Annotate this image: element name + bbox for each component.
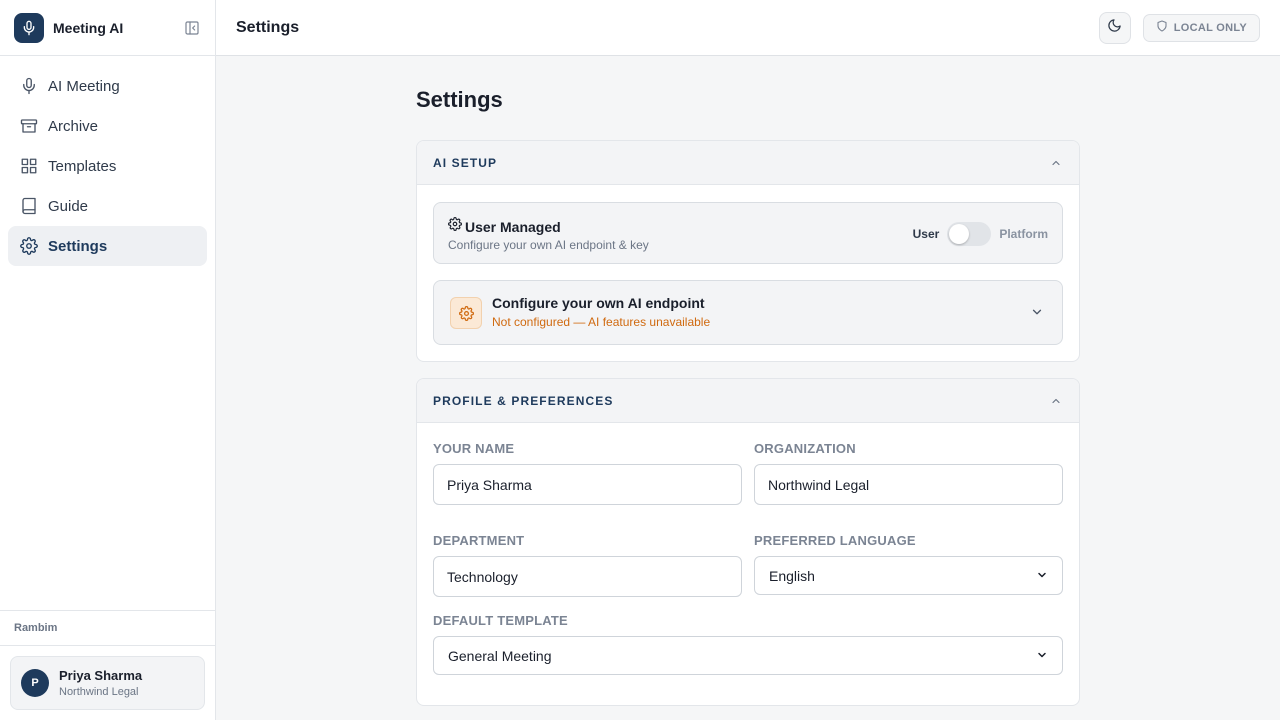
user-info: Priya Sharma Northwind Legal (59, 668, 142, 698)
grid-icon (20, 157, 38, 175)
chevron-down-icon (1030, 305, 1044, 319)
user-organization: Northwind Legal (59, 686, 139, 698)
avatar: P (21, 669, 49, 697)
organization-input[interactable] (754, 464, 1063, 505)
name-label: YOUR NAME (433, 441, 515, 456)
department-input[interactable] (433, 556, 742, 597)
sidebar: Meeting AI AI Meeting Archive Templates (0, 0, 216, 720)
department-label: DEPARTMENT (433, 533, 525, 548)
section-title: PROFILE & PREFERENCES (433, 393, 614, 408)
profile-section: PROFILE & PREFERENCES YOUR NAME ORGANIZA… (416, 378, 1080, 706)
sidebar-footer: Rambim P Priya Sharma Northwind Legal (0, 610, 215, 720)
page-title: Settings (416, 87, 503, 112)
top-bar: Settings LOCAL ONLY (216, 0, 1280, 56)
sidebar-item-label: Templates (48, 157, 117, 175)
sidebar-item-label: Archive (48, 117, 99, 135)
microphone-logo-icon (14, 12, 44, 43)
microphone-icon (20, 77, 38, 95)
gear-icon (20, 237, 38, 255)
profile-header[interactable]: PROFILE & PREFERENCES (417, 379, 1079, 423)
sidebar-item-templates[interactable]: Templates (8, 146, 207, 186)
shield-icon (1156, 20, 1168, 35)
language-select[interactable]: English (754, 556, 1063, 595)
endpoint-title: Configure your own AI endpoint (492, 295, 705, 311)
sidebar-item-settings[interactable]: Settings (8, 226, 207, 266)
template-select-value: General Meeting (448, 647, 552, 664)
section-title: AI SETUP (433, 155, 498, 170)
badge-label: LOCAL ONLY (1173, 21, 1247, 34)
template-field-group: DEFAULT TEMPLATE General Meeting (433, 613, 1063, 675)
ai-setup-section: AI SETUP User Managed Configure your own… (416, 140, 1080, 362)
sidebar-nav: AI Meeting Archive Templates Guide Setti… (0, 56, 215, 276)
department-field-group: DEPARTMENT (433, 533, 742, 597)
brand-header: Meeting AI (0, 0, 215, 56)
toggle-knob (949, 224, 970, 244)
gear-icon (450, 297, 482, 329)
sidebar-item-label: Settings (48, 237, 108, 255)
moon-icon (1107, 18, 1122, 38)
chevron-down-icon (1036, 568, 1048, 584)
mode-toggle-group: User Platform (913, 222, 1048, 246)
toggle-label-platform: Platform (999, 227, 1048, 241)
default-template-select[interactable]: General Meeting (433, 636, 1063, 675)
archive-box-icon (20, 117, 38, 135)
mode-title: User Managed (465, 218, 561, 235)
sidebar-item-label: AI Meeting (48, 77, 120, 95)
sidebar-item-archive[interactable]: Archive (8, 106, 207, 146)
chevron-down-icon (1036, 648, 1048, 664)
language-select-value: English (769, 567, 815, 584)
mode-subtitle: Configure your own AI endpoint & key (448, 238, 649, 252)
header-title: Settings (236, 18, 300, 36)
organization-field-group: ORGANIZATION (754, 441, 1063, 505)
workspace-label: Rambim (0, 610, 215, 646)
main-content: Settings AI SETUP User Managed Configure… (216, 57, 1280, 720)
chevron-up-icon (1049, 156, 1063, 170)
language-label: PREFERRED LANGUAGE (754, 533, 916, 548)
endpoint-status: Not configured — AI features unavailable (492, 315, 711, 329)
name-field-group: YOUR NAME (433, 441, 742, 505)
sidebar-item-ai-meeting[interactable]: AI Meeting (8, 66, 207, 106)
user-profile-card[interactable]: P Priya Sharma Northwind Legal (10, 656, 205, 710)
endpoint-config-card[interactable]: Configure your own AI endpoint Not confi… (433, 280, 1063, 345)
name-input[interactable] (433, 464, 742, 505)
user-name: Priya Sharma (59, 668, 143, 683)
sidebar-item-label: Guide (48, 197, 89, 215)
gear-icon (448, 217, 462, 236)
book-icon (20, 197, 38, 215)
ai-mode-card: User Managed Configure your own AI endpo… (433, 202, 1063, 264)
local-only-badge: LOCAL ONLY (1142, 13, 1260, 42)
mode-title-row: User Managed (448, 217, 561, 236)
sidebar-item-guide[interactable]: Guide (8, 186, 207, 226)
toggle-label-user: User (912, 227, 940, 241)
mode-toggle-switch[interactable] (947, 222, 992, 246)
theme-toggle-button[interactable] (1098, 11, 1131, 44)
app-name: Meeting AI (53, 19, 124, 36)
organization-label: ORGANIZATION (754, 441, 856, 456)
template-label: DEFAULT TEMPLATE (433, 613, 568, 628)
collapse-sidebar-icon[interactable] (183, 19, 201, 37)
ai-setup-header[interactable]: AI SETUP (417, 141, 1079, 185)
language-field-group: PREFERRED LANGUAGE English (754, 533, 1063, 595)
chevron-up-icon (1049, 394, 1063, 408)
